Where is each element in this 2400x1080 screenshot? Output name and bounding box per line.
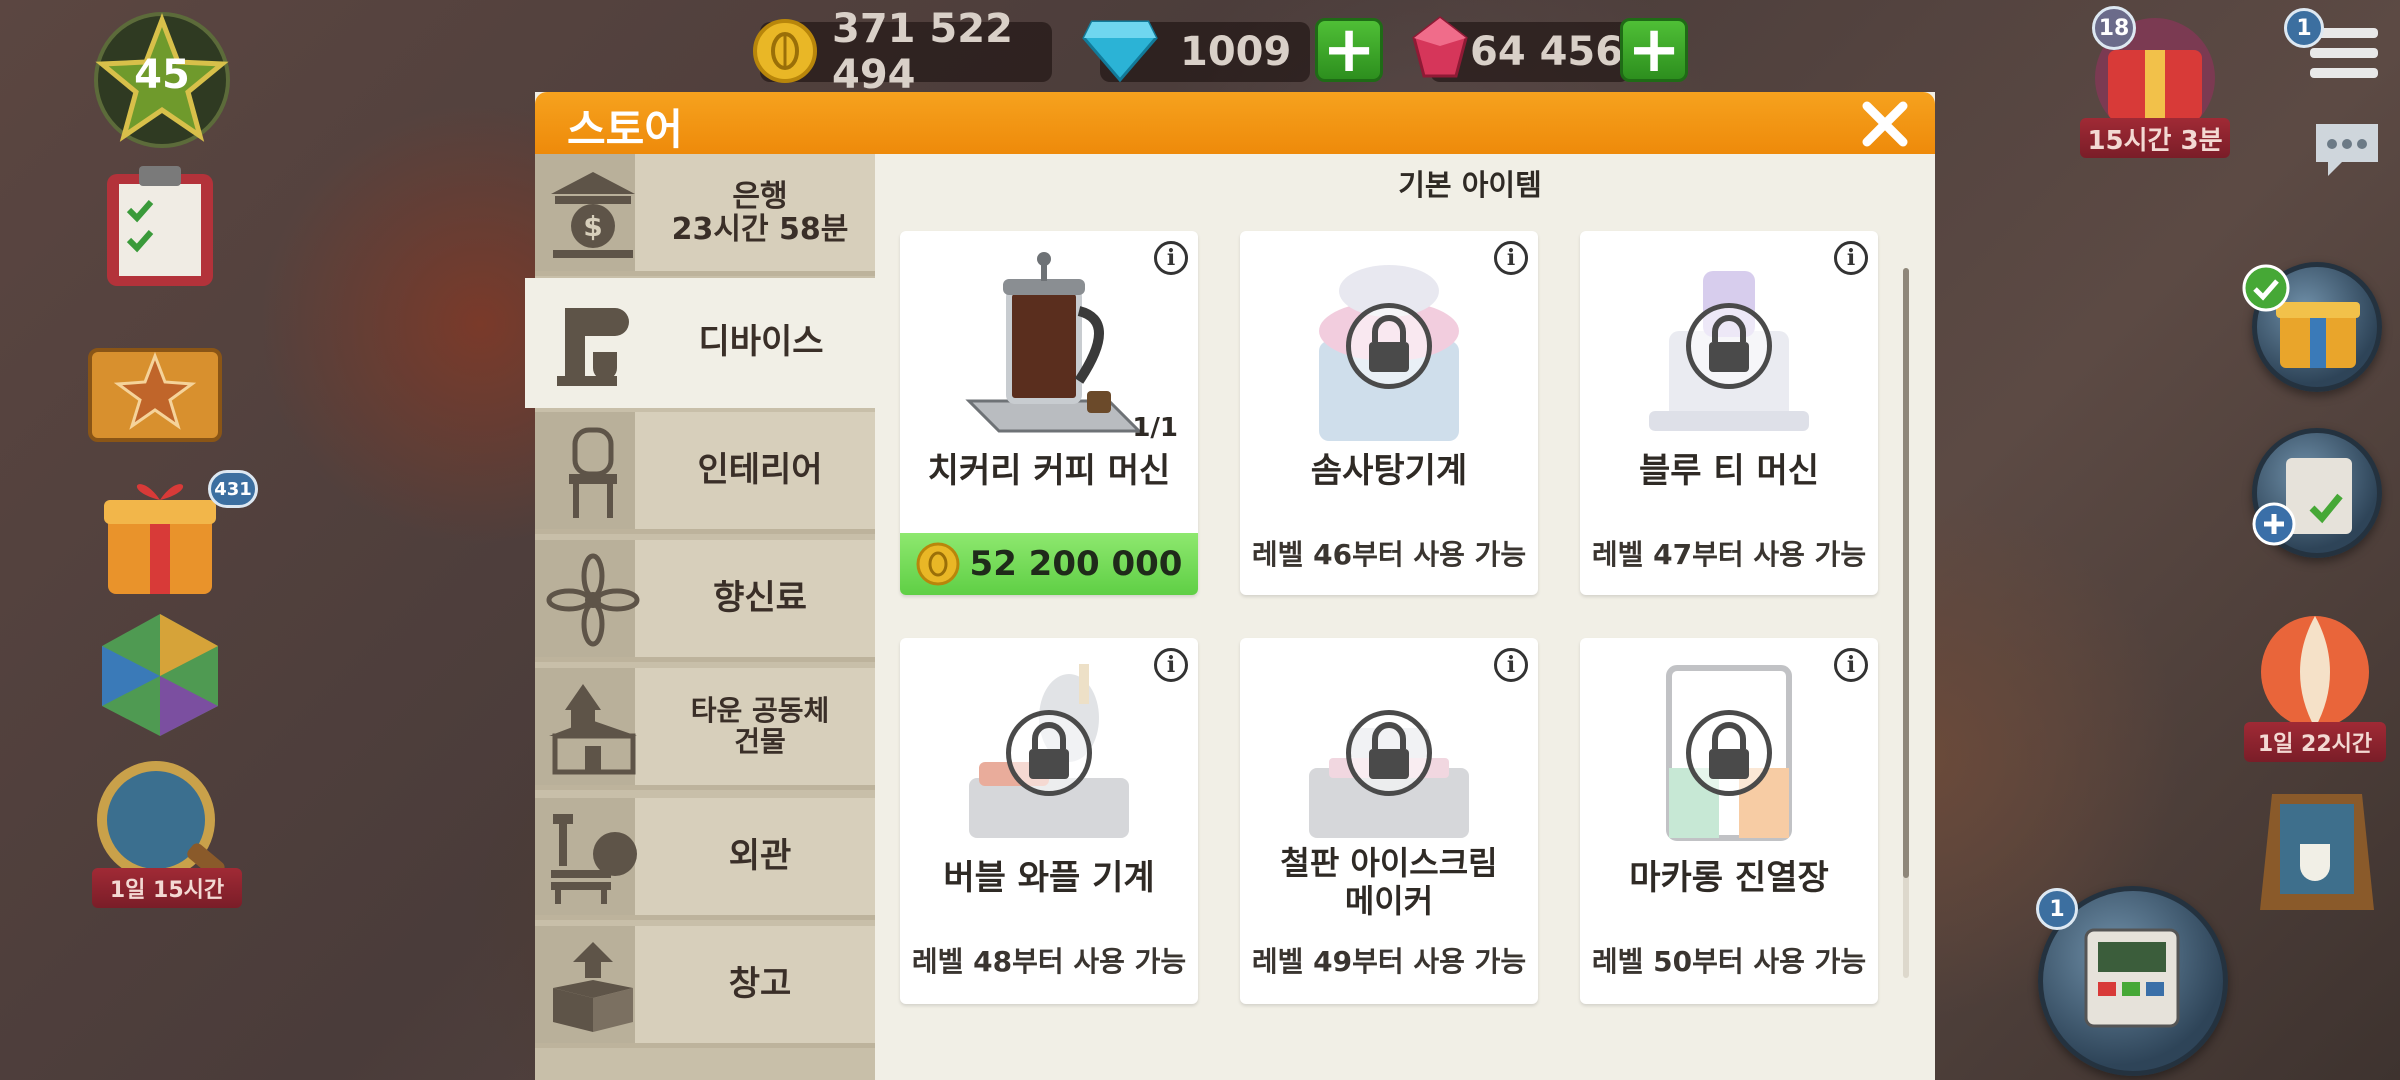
gift-pile-badge: 18 (2092, 6, 2136, 50)
gift-pile-timer: 15시간 3분 (2080, 118, 2230, 158)
category-spices-label: 향신료 (713, 577, 807, 618)
star-anise-icon (546, 553, 640, 647)
chat-icon[interactable] (2310, 118, 2384, 182)
info-icon[interactable]: i (1834, 241, 1868, 275)
store-item-card[interactable]: i 버블 와플 기계 레벨 48부터 사용 가능 (900, 638, 1198, 1004)
category-bank-label: 은행 23시간 58분 (671, 178, 849, 247)
info-icon[interactable]: i (1494, 241, 1528, 275)
section-title: 기본 아이템 (1398, 168, 1542, 202)
category-interior-label: 인테리어 (697, 449, 823, 490)
coin-icon (753, 19, 817, 83)
box-icon (553, 942, 633, 1032)
lock-icon (1686, 710, 1772, 796)
coffee-machine-icon (557, 308, 629, 386)
add-rubies-button[interactable]: + (1620, 18, 1688, 82)
store-item-card[interactable]: i 블루 티 머신 레벨 47부터 사용 가능 (1580, 231, 1878, 595)
unlock-requirement: 레벨 46부터 사용 가능 (1251, 538, 1527, 571)
scrollbar[interactable] (1903, 268, 1909, 978)
coffee-sign-icon[interactable] (2252, 784, 2382, 914)
add-diamonds-button[interactable]: + (1315, 18, 1383, 82)
building-icon (549, 684, 637, 775)
category-spices[interactable]: 향신료 (535, 540, 875, 662)
item-name: 버블 와플 기계 (943, 858, 1155, 898)
bench-icon (551, 814, 637, 904)
info-icon[interactable]: i (1494, 648, 1528, 682)
category-exterior[interactable]: 외관 (535, 798, 875, 920)
french-press-icon (965, 252, 1143, 433)
category-town-building-label: 타운 공동체 건물 (690, 693, 830, 758)
unlock-requirement: 레벨 47부터 사용 가능 (1591, 538, 1867, 571)
gift-badge: 431 (208, 470, 258, 508)
category-devices-label: 디바이스 (698, 322, 824, 363)
cash-register-icon (2084, 928, 2180, 1028)
store-header: 스토어 (535, 92, 1935, 154)
info-icon[interactable]: i (1834, 648, 1868, 682)
svg-text:$: $ (583, 210, 602, 243)
plus-circle-icon (2252, 502, 2296, 546)
item-name: 치커리 커피 머신 (927, 451, 1171, 491)
prism-icon[interactable] (98, 610, 222, 740)
unlock-requirement: 레벨 48부터 사용 가능 (911, 945, 1187, 978)
balloon-event-timer: 1일 22시간 (2244, 722, 2386, 762)
bank-icon: $ (551, 172, 635, 258)
item-name: 마카롱 진열장 (1629, 858, 1829, 898)
scroll-thumb[interactable] (1903, 268, 1909, 878)
info-icon[interactable]: i (1154, 648, 1188, 682)
item-name: 블루 티 머신 (1638, 451, 1820, 491)
category-storage[interactable]: 창고 (535, 926, 875, 1048)
lock-icon (1346, 710, 1432, 796)
register-badge: 1 (2036, 888, 2078, 930)
store-item-card[interactable]: i 철판 아이스크림 메이커 레벨 49부터 사용 가능 (1240, 638, 1538, 1004)
ruby-icon (1412, 16, 1468, 78)
item-name: 철판 아이스크림 메이커 (1280, 844, 1498, 921)
store-category-sidebar: $ 은행 23시간 58분 디바이스 인테리어 향신료 타운 공동체 건물 외관… (525, 154, 877, 1080)
coin-icon (916, 542, 960, 586)
category-devices[interactable]: 디바이스 (525, 278, 877, 408)
spice-box-icon[interactable] (80, 320, 230, 450)
store-item-card[interactable]: i 1/1 치커리 커피 머신 52 200 000 (900, 231, 1198, 595)
category-storage-label: 창고 (728, 963, 792, 1004)
price-label: 52 200 000 (969, 544, 1183, 584)
close-button[interactable] (1859, 98, 1911, 150)
buy-button[interactable]: 52 200 000 (900, 533, 1198, 595)
lock-icon (1006, 710, 1092, 796)
quest-clipboard-icon[interactable] (95, 160, 225, 290)
owned-count: 1/1 (1132, 413, 1178, 443)
lock-icon (1686, 303, 1772, 389)
store-item-card[interactable]: i 마카롱 진열장 레벨 50부터 사용 가능 (1580, 638, 1878, 1004)
store-title: 스토어 (567, 105, 683, 154)
category-interior[interactable]: 인테리어 (535, 412, 875, 534)
unlock-requirement: 레벨 49부터 사용 가능 (1251, 945, 1527, 978)
level-number: 45 (134, 52, 190, 98)
close-icon (1862, 101, 1908, 147)
menu-badge: 1 (2284, 8, 2324, 48)
category-bank[interactable]: $ 은행 23시간 58분 (535, 154, 875, 276)
check-icon (2242, 264, 2290, 312)
unlock-requirement: 레벨 50부터 사용 가능 (1591, 945, 1867, 978)
diamond-icon (1082, 20, 1158, 82)
item-name: 솜사탕기계 (1310, 451, 1468, 491)
info-icon[interactable]: i (1154, 241, 1188, 275)
category-exterior-label: 외관 (728, 835, 792, 876)
gift-icon[interactable] (100, 470, 220, 600)
chair-icon (569, 427, 617, 518)
lock-icon (1346, 303, 1432, 389)
store-item-card[interactable]: i 솜사탕기계 레벨 46부터 사용 가능 (1240, 231, 1538, 595)
search-event-timer: 1일 15시간 (92, 868, 242, 908)
category-town-building[interactable]: 타운 공동체 건물 (535, 668, 875, 790)
store-window: 스토어 $ 은행 23시간 58분 디바이스 인테리어 향신료 타운 공동체 건… (525, 92, 1935, 1080)
